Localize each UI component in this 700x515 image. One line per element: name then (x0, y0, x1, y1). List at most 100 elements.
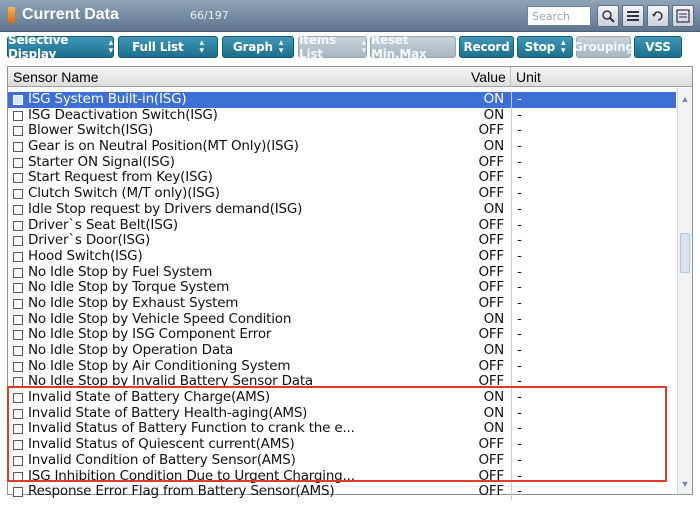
row-checkbox[interactable] (13, 157, 23, 168)
row-checkbox[interactable] (13, 377, 23, 388)
sensor-unit: - (511, 421, 670, 438)
row-checkbox[interactable] (13, 314, 23, 325)
graph-label: Graph (232, 40, 273, 54)
table-row[interactable]: Invalid Condition of Battery Sensor(AMS)… (8, 452, 676, 469)
table-row[interactable]: Hood Switch(ISG) OFF - (8, 247, 676, 265)
table-row[interactable]: Idle Stop request by Drivers demand(ISG)… (8, 201, 676, 218)
table-row[interactable]: No Idle Stop by Operation Data ON - (8, 342, 676, 359)
sensor-value: OFF (478, 247, 504, 264)
sensor-name: Clutch Switch (M/T only)(ISG) (28, 186, 220, 202)
table-row[interactable]: Invalid State of Battery Health-aging(AM… (8, 405, 676, 422)
row-checkbox[interactable] (13, 204, 23, 215)
row-checkbox[interactable] (13, 424, 23, 435)
table-row[interactable]: No Idle Stop by ISG Component Error OFF - (8, 327, 676, 344)
table-row[interactable]: ISG Inhibition Condition Due to Urgent C… (8, 467, 676, 485)
table-row[interactable]: Gear is on Neutral Position(MT Only)(ISG… (8, 138, 676, 155)
search-zoom-icon[interactable] (597, 5, 619, 27)
table-row[interactable]: No Idle Stop by Exhaust System OFF - (8, 295, 676, 312)
table-row[interactable]: Driver`s Door(ISG) OFF - (8, 232, 676, 249)
sensor-unit: - (511, 91, 670, 108)
table-row[interactable]: ISG Deactivation Switch(ISG) ON - (8, 106, 676, 124)
table-row[interactable]: No Idle Stop by Torque System OFF - (8, 280, 676, 296)
row-checkbox[interactable] (13, 346, 23, 356)
row-checkbox[interactable] (13, 189, 23, 200)
search-input[interactable]: Search (527, 6, 591, 26)
row-checkbox[interactable] (13, 283, 23, 294)
sensor-unit: - (511, 342, 670, 359)
row-checkbox[interactable] (13, 455, 23, 466)
sensor-unit: - (511, 107, 670, 124)
scroll-thumb[interactable] (680, 233, 690, 273)
graph-button[interactable]: Graph ▴ ▾ (222, 36, 294, 58)
sensor-unit: - (511, 436, 670, 453)
table-row[interactable]: ISG System Built-in(ISG) ON - (8, 91, 676, 108)
list-icon[interactable] (622, 5, 644, 27)
sensor-name: No Idle Stop by Exhaust System (28, 295, 239, 311)
row-checkbox[interactable] (13, 471, 23, 482)
table-row[interactable]: No Idle Stop by Vehicle Speed Condition O… (8, 311, 676, 328)
sensor-name: No Idle Stop by Invalid Battery Sensor D… (28, 374, 313, 390)
column-divider (510, 67, 511, 87)
column-header-unit[interactable]: Unit (516, 69, 541, 85)
sensor-value: OFF (478, 467, 504, 484)
vertical-scrollbar[interactable]: ▲ ▼ (677, 88, 692, 494)
retry-icon[interactable] (647, 5, 669, 27)
row-checkbox[interactable] (13, 361, 23, 372)
column-header-value[interactable]: Value (471, 69, 506, 85)
menu-icon[interactable] (672, 5, 694, 27)
table-row[interactable]: No Idle Stop by Fuel System OFF - (8, 263, 676, 281)
row-checkbox[interactable] (13, 393, 23, 404)
row-checkbox[interactable] (13, 173, 23, 184)
scroll-down-icon[interactable]: ▼ (678, 477, 692, 491)
stop-button[interactable]: Stop ▴ ▾ (517, 36, 573, 58)
sensor-unit: - (511, 280, 670, 296)
row-checkbox[interactable] (13, 220, 23, 231)
grouping-label: Grouping (573, 40, 634, 54)
row-checkbox[interactable] (13, 487, 23, 498)
row-checkbox[interactable] (13, 330, 23, 341)
table-row[interactable]: Clutch Switch (M/T only)(ISG) OFF - (8, 185, 676, 202)
full-list-label: Full List (132, 40, 184, 54)
table-row[interactable]: Driver`s Seat Belt(ISG) OFF - (8, 217, 676, 234)
sensor-value: OFF (478, 263, 504, 280)
app-flag-icon (8, 7, 15, 23)
vss-button[interactable]: VSS (634, 36, 682, 58)
sensor-name: Idle Stop request by Drivers demand(ISG) (28, 201, 303, 217)
row-checkbox[interactable] (13, 126, 23, 137)
table-row[interactable]: Invalid Status of Quiescent current(AMS)… (8, 436, 676, 453)
vss-label: VSS (645, 40, 671, 54)
table-row[interactable]: No Idle Stop by Invalid Battery Sensor D… (8, 374, 676, 391)
sensor-value: ON (483, 106, 505, 123)
table-row[interactable]: Start Request from Key(ISG) OFF - (8, 170, 676, 187)
table-row[interactable]: Blower Switch(ISG) OFF - (8, 123, 676, 140)
row-checkbox[interactable] (13, 408, 23, 419)
row-checkbox[interactable] (13, 267, 23, 278)
chevron-updown-icon: ▴ ▾ (361, 38, 367, 56)
table-row[interactable]: Invalid Status of Battery Function to cr… (8, 421, 676, 438)
row-checkbox[interactable] (13, 298, 23, 309)
table-row[interactable]: Starter ON Signal(ISG) OFF - (8, 154, 676, 171)
sensor-value: ON (483, 389, 505, 406)
row-checkbox[interactable] (13, 142, 23, 153)
full-list-button[interactable]: Full List ▴ ▾ (118, 36, 218, 58)
stop-label: Stop (524, 40, 556, 54)
row-checkbox[interactable] (13, 236, 23, 247)
selective-display-button[interactable]: Selective Display ▴ ▾ (7, 33, 114, 61)
sensor-name: Invalid Status of Quiescent current(AMS) (28, 437, 295, 453)
scroll-up-icon[interactable]: ▲ (678, 92, 692, 106)
sensor-value: OFF (478, 357, 504, 374)
row-checkbox[interactable] (13, 95, 23, 105)
table-row[interactable]: Invalid State of Battery Charge(AMS) ON - (8, 389, 676, 406)
row-checkbox[interactable] (13, 251, 23, 262)
sensor-name: Gear is on Neutral Position(MT Only)(ISG… (28, 139, 299, 155)
sensor-unit: - (511, 154, 670, 171)
row-checkbox[interactable] (13, 440, 23, 451)
row-checkbox[interactable] (13, 110, 23, 121)
window-title: Current Data (22, 6, 119, 23)
chevron-updown-icon: ▴ ▾ (199, 38, 205, 56)
table-row[interactable]: Response Error Flag from Battery Sensor(… (8, 483, 676, 500)
column-header-sensor-name[interactable]: Sensor Name (13, 69, 99, 85)
reset-min-max-button: Reset Min.Max (370, 33, 456, 61)
table-row[interactable]: No Idle Stop by Air Conditioning System O… (8, 357, 676, 375)
record-button[interactable]: Record (459, 36, 514, 58)
